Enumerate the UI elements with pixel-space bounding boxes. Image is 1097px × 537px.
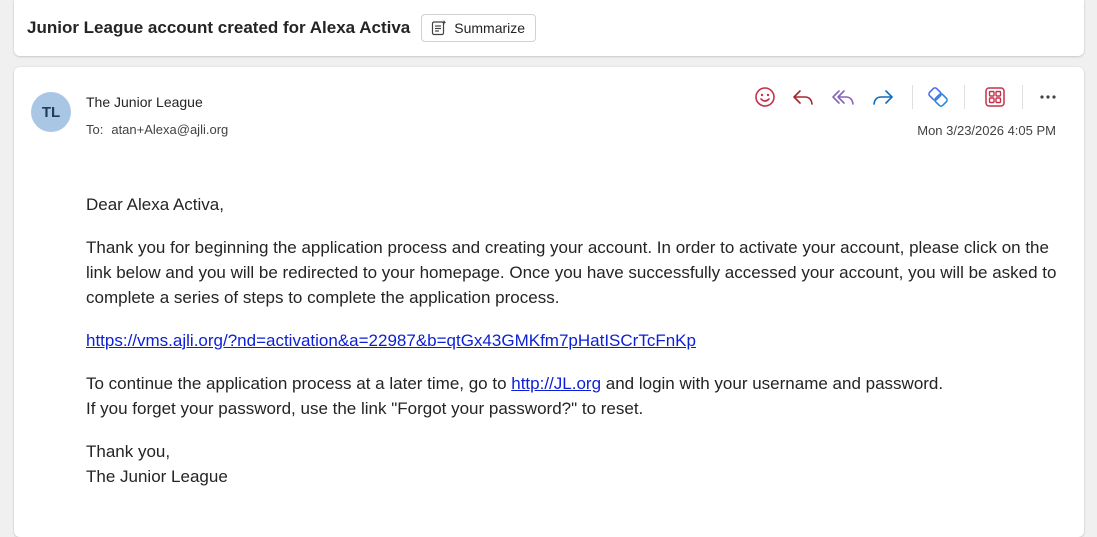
toolbar-divider [964, 85, 965, 109]
more-options-button[interactable] [1035, 84, 1061, 110]
paragraph-2-text-before: To continue the application process at a… [86, 374, 512, 393]
closing: Thank you, [86, 442, 171, 461]
activation-link[interactable]: https://vms.ajli.org/?nd=activation&a=22… [86, 331, 696, 350]
message-body: Dear Alexa Activa, Thank you for beginni… [86, 192, 1066, 507]
forward-icon [871, 86, 895, 108]
emoji-react-button[interactable] [752, 84, 778, 110]
message-card: TL The Junior League To: atan+Alexa@ajli… [14, 67, 1084, 537]
apps-button[interactable] [982, 84, 1008, 110]
activation-link-paragraph: https://vms.ajli.org/?nd=activation&a=22… [86, 328, 1066, 353]
summarize-label: Summarize [454, 20, 526, 36]
more-icon [1038, 87, 1058, 107]
body-paragraph-1: Thank you for beginning the application … [86, 238, 1057, 307]
toolbar-divider [912, 85, 913, 109]
emoji-icon [754, 86, 776, 108]
signature: The Junior League [86, 467, 228, 486]
subject-title: Junior League account created for Alexa … [27, 18, 411, 37]
reply-all-icon [831, 86, 855, 108]
recipient-address[interactable]: atan+Alexa@ajli.org [111, 122, 228, 137]
reply-icon [791, 86, 815, 108]
summarize-icon [430, 19, 448, 37]
loop-icon [926, 85, 950, 109]
reply-button[interactable] [790, 84, 816, 110]
subject-bar: Junior League account created for Alexa … [14, 0, 1084, 56]
greeting: Dear Alexa Activa, [86, 195, 224, 214]
jl-org-link[interactable]: http://JL.org [511, 374, 601, 393]
sender-name[interactable]: The Junior League [86, 94, 203, 110]
recipient-line: To: atan+Alexa@ajli.org [86, 122, 228, 137]
forward-button[interactable] [870, 84, 896, 110]
apps-icon [984, 86, 1006, 108]
paragraph-2-line-2: If you forget your password, use the lin… [86, 399, 644, 418]
to-label: To: [86, 122, 104, 137]
paragraph-2-text-after: and login with your username and passwor… [601, 374, 944, 393]
body-paragraph-2: To continue the application process at a… [86, 371, 1066, 421]
reply-all-button[interactable] [830, 84, 856, 110]
message-date: Mon 3/23/2026 4:05 PM [917, 123, 1056, 138]
message-toolbar [752, 84, 1061, 110]
loop-button[interactable] [925, 84, 951, 110]
sign-off: Thank you, The Junior League [86, 439, 1066, 489]
summarize-button[interactable]: Summarize [421, 14, 537, 42]
toolbar-divider [1022, 85, 1023, 109]
avatar[interactable]: TL [31, 92, 71, 132]
